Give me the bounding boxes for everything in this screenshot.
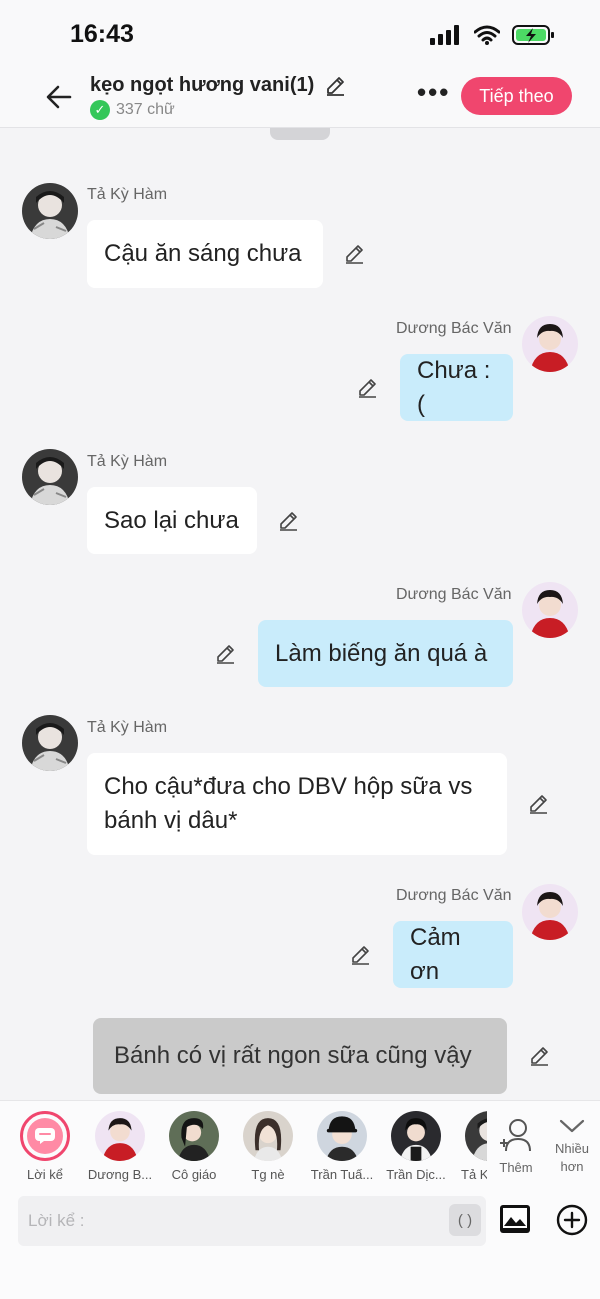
status-icons	[430, 24, 556, 46]
character-narrator[interactable]: Lời kể	[10, 1111, 80, 1182]
edit-pencil-icon[interactable]	[528, 1045, 550, 1067]
edit-pencil-icon[interactable]	[527, 793, 549, 815]
header: kẹo ngọt hương vani(1) ✓ 337 chữ ••• Tiế…	[0, 70, 600, 128]
character-tg-ne[interactable]: Tg nè	[233, 1111, 303, 1182]
character-tran-dich[interactable]: Trần Dịc...	[381, 1111, 451, 1182]
sender-name: Tả Kỳ Hàm	[87, 719, 168, 736]
add-label: Thêm	[499, 1160, 533, 1175]
message-bubble[interactable]: Chưa :(	[400, 354, 513, 421]
message-bubble[interactable]: Sao lại chưa	[87, 487, 257, 554]
add-circle-icon[interactable]	[556, 1204, 588, 1236]
title-area: kẹo ngọt hương vani(1) ✓ 337 chữ	[90, 74, 346, 120]
character-label: Trần Dịc...	[386, 1167, 446, 1182]
character-label: Lời kể	[27, 1167, 63, 1182]
character-avatar	[465, 1111, 487, 1161]
message-bubble[interactable]: Cậu ăn sáng chưa	[87, 220, 323, 288]
chevron-down-icon	[559, 1119, 585, 1133]
avatar-ta-ky-ham[interactable]	[22, 449, 78, 505]
avatar-ta-ky-ham[interactable]	[22, 715, 78, 771]
message-bubble[interactable]: Làm biếng ăn quá à	[258, 620, 513, 687]
narration-input[interactable]	[18, 1196, 486, 1246]
more-label: Nhiều hơn	[555, 1141, 589, 1174]
avatar-duong-bac-van[interactable]	[522, 582, 578, 638]
message-bubble[interactable]: Cho cậu*đưa cho DBV hộp sữa vs bánh vị d…	[87, 753, 507, 855]
scroll-stub	[270, 128, 330, 140]
character-bar: Lời kể Dương B... Cô giáo Tg nè Trần Tuấ…	[0, 1100, 600, 1190]
more-characters-button[interactable]: Nhiều hơn	[548, 1117, 596, 1176]
edit-pencil-icon[interactable]	[349, 944, 371, 966]
image-icon[interactable]	[499, 1204, 531, 1234]
back-arrow-icon[interactable]	[44, 82, 74, 112]
character-duong-bac-van[interactable]: Dương B...	[85, 1111, 155, 1182]
character-avatar	[243, 1111, 293, 1161]
edit-title-pencil-icon[interactable]	[324, 75, 346, 97]
next-button[interactable]: Tiếp theo	[461, 77, 572, 115]
avatar-ta-ky-ham[interactable]	[22, 183, 78, 239]
character-label: Tg nè	[251, 1167, 285, 1182]
character-co-giao[interactable]: Cô giáo	[159, 1111, 229, 1182]
avatar-duong-bac-van[interactable]	[522, 316, 578, 372]
character-avatar	[317, 1111, 367, 1161]
character-ta-ky-ham[interactable]: Tả K	[455, 1111, 487, 1182]
signal-icon	[430, 25, 459, 45]
input-bar: ( )	[0, 1190, 600, 1299]
sender-name: Tả Kỳ Hàm	[87, 453, 168, 470]
character-avatar	[169, 1111, 219, 1161]
character-label: Tả K	[461, 1167, 487, 1182]
status-bar: 16:43	[0, 0, 600, 70]
message-bubble[interactable]: Cảm ơn	[393, 921, 513, 988]
check-icon: ✓	[90, 100, 110, 120]
sender-name: Dương Bác Văn	[396, 887, 512, 904]
edit-pencil-icon[interactable]	[214, 643, 236, 665]
wifi-icon	[474, 25, 500, 45]
avatar-duong-bac-van[interactable]	[522, 884, 578, 940]
sender-name: Dương Bác Văn	[396, 586, 512, 603]
chat-bubble-icon	[35, 1128, 55, 1144]
character-label: Dương B...	[87, 1167, 153, 1182]
character-label: Trần Tuấ...	[310, 1167, 374, 1182]
character-label: Cô giáo	[171, 1167, 217, 1182]
character-avatar	[391, 1111, 441, 1161]
narration-bubble[interactable]: Bánh có vị rất ngon sữa cũng vậy	[93, 1018, 507, 1094]
narrator-avatar	[20, 1111, 70, 1161]
sender-name: Dương Bác Văn	[396, 320, 512, 337]
edit-pencil-icon[interactable]	[356, 377, 378, 399]
more-options-button[interactable]: •••	[417, 79, 450, 105]
add-character-button[interactable]: Thêm	[494, 1117, 538, 1175]
parenthesis-button[interactable]: ( )	[449, 1204, 481, 1236]
status-time: 16:43	[70, 20, 134, 48]
sender-name: Tả Kỳ Hàm	[87, 186, 168, 203]
edit-pencil-icon[interactable]	[343, 243, 365, 265]
character-tran-tuan[interactable]: Trần Tuấ...	[307, 1111, 377, 1182]
battery-charging-icon	[512, 25, 554, 45]
story-title: kẹo ngọt hương vani(1)	[90, 74, 315, 96]
edit-pencil-icon[interactable]	[277, 510, 299, 532]
character-avatar	[95, 1111, 145, 1161]
word-count: 337 chữ	[116, 101, 175, 118]
add-person-icon	[500, 1119, 531, 1152]
